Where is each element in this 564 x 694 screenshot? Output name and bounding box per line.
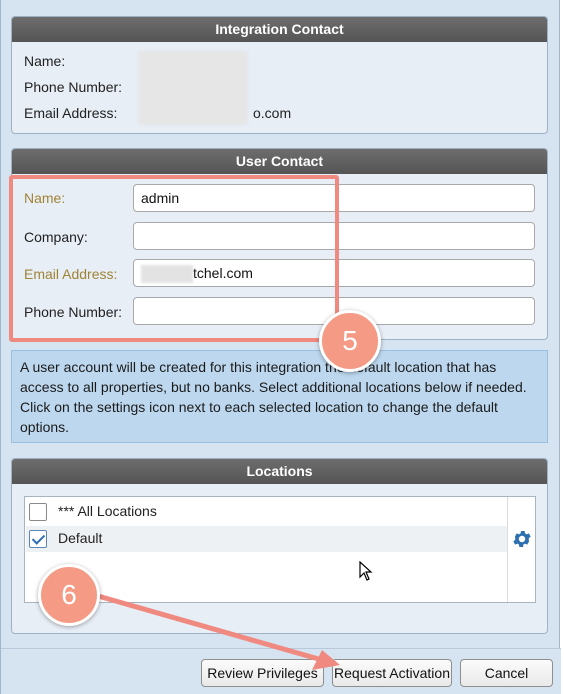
location-item-label: Default	[58, 530, 103, 546]
user-email-redacted	[141, 265, 193, 284]
step5-badge: 5	[319, 310, 381, 372]
request-activation-button[interactable]: Request Activation	[332, 659, 452, 687]
gear-icon[interactable]	[511, 528, 533, 550]
info-message: A user account will be created for this …	[11, 350, 548, 443]
list-column-divider	[507, 497, 508, 602]
step6-badge: 6	[38, 564, 100, 626]
dialog-footer: Review Privileges Request Activation Can…	[1, 648, 561, 694]
user-contact-panel: User Contact Name: admin Company: Email …	[11, 148, 548, 340]
locations-header: Locations	[12, 459, 547, 484]
user-email-input[interactable]: tchel.com	[133, 259, 535, 287]
user-email-label: Email Address:	[24, 266, 118, 282]
integration-name-label: Name:	[24, 53, 66, 69]
integration-phone-label: Phone Number:	[24, 79, 123, 95]
location-item-all[interactable]: *** All Locations	[26, 499, 507, 525]
location-item-default[interactable]: Default	[26, 526, 507, 552]
cancel-button[interactable]: Cancel	[460, 659, 553, 687]
locations-list[interactable]: *** All Locations Default	[24, 496, 536, 603]
location-item-label: *** All Locations	[58, 503, 157, 519]
location-default-checkbox[interactable]	[29, 530, 47, 548]
user-name-input[interactable]: admin	[133, 184, 535, 212]
review-privileges-button[interactable]: Review Privileges	[201, 659, 324, 687]
user-company-input[interactable]	[133, 222, 535, 250]
mouse-cursor-icon	[359, 561, 373, 581]
user-phone-label: Phone Number:	[24, 304, 123, 320]
location-all-checkbox[interactable]	[29, 503, 47, 521]
user-company-label: Company:	[24, 229, 88, 245]
integration-contact-panel: Integration Contact Name: Phone Number: …	[11, 16, 548, 134]
integration-email-value: o.com	[253, 105, 292, 121]
user-contact-header: User Contact	[12, 149, 547, 174]
integration-contact-header: Integration Contact	[12, 17, 547, 42]
integration-redacted-value	[138, 51, 248, 125]
user-email-value: tchel.com	[193, 265, 253, 281]
user-name-label: Name:	[24, 190, 66, 206]
integration-email-label: Email Address:	[24, 105, 118, 121]
